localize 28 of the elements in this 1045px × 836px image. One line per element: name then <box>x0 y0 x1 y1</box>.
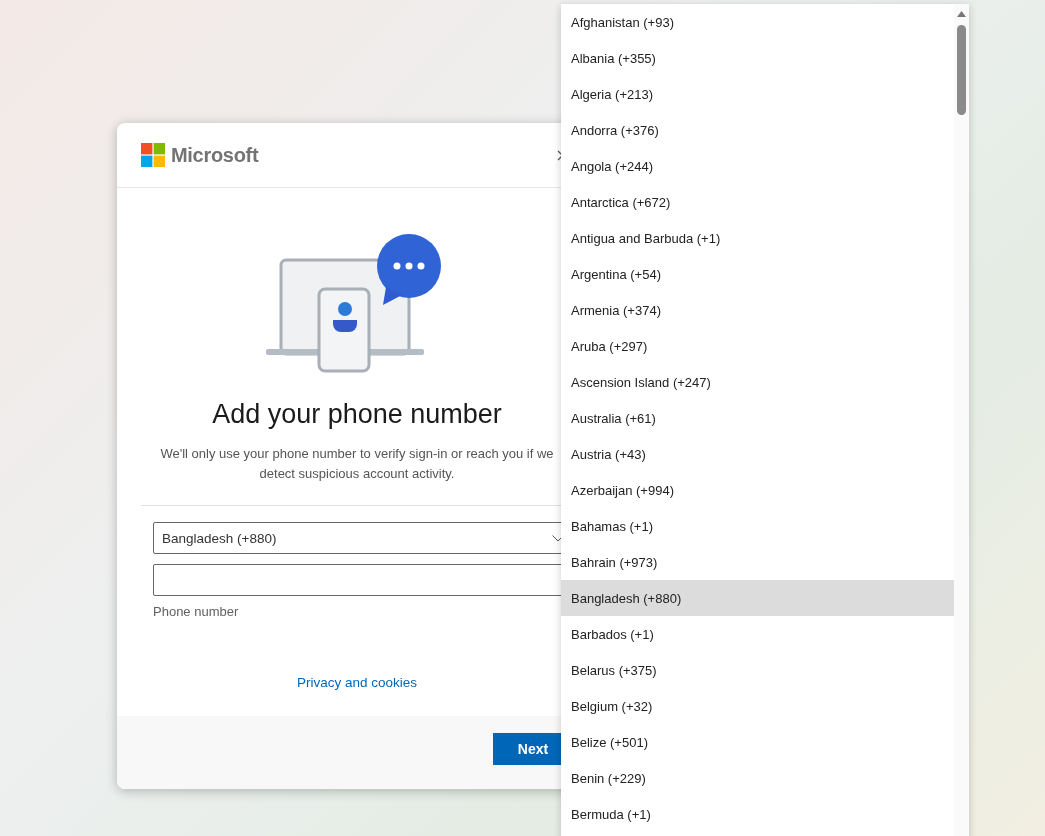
country-option[interactable]: Australia (+61) <box>561 400 954 436</box>
field-label: Phone number <box>153 604 240 619</box>
dialog-title: Add your phone number <box>212 399 502 430</box>
privacy-link[interactable]: Privacy and cookies <box>296 675 418 690</box>
country-option[interactable]: Algeria (+213) <box>561 76 954 112</box>
country-option[interactable]: Bangladesh (+880) <box>561 580 954 616</box>
country-option[interactable]: Austria (+43) <box>561 436 954 472</box>
country-option[interactable]: Andorra (+376) <box>561 112 954 148</box>
description-text: We'll only use your phone number to verify sign-in or reach you if we detect suspicious account activity. <box>159 445 555 483</box>
country-option[interactable]: Armenia (+374) <box>561 292 954 328</box>
scrollbar-thumb[interactable] <box>957 25 966 115</box>
country-option[interactable]: Angola (+244) <box>561 148 954 184</box>
country-option[interactable]: Argentina (+54) <box>561 256 954 292</box>
country-option[interactable]: Azerbaijan (+994) <box>561 472 954 508</box>
country-option[interactable]: Afghanistan (+93) <box>561 4 954 40</box>
country-option[interactable]: Barbados (+1) <box>561 616 954 652</box>
country-option[interactable]: Belgium (+32) <box>561 688 954 724</box>
four-squares-icon <box>141 143 165 167</box>
scrollbar[interactable] <box>954 4 969 836</box>
country-option[interactable]: Belarus (+375) <box>561 652 954 688</box>
country-option[interactable]: Ascension Island (+247) <box>561 364 954 400</box>
country-option[interactable]: Aruba (+297) <box>561 328 954 364</box>
country-option[interactable]: Bermuda (+1) <box>561 796 954 832</box>
brand-name: Microsoft <box>171 143 259 167</box>
country-option[interactable]: Antigua and Barbuda (+1) <box>561 220 954 256</box>
country-option[interactable]: Antarctica (+672) <box>561 184 954 220</box>
country-option[interactable]: Albania (+355) <box>561 40 954 76</box>
scroll-up-arrow-icon[interactable] <box>957 11 966 17</box>
